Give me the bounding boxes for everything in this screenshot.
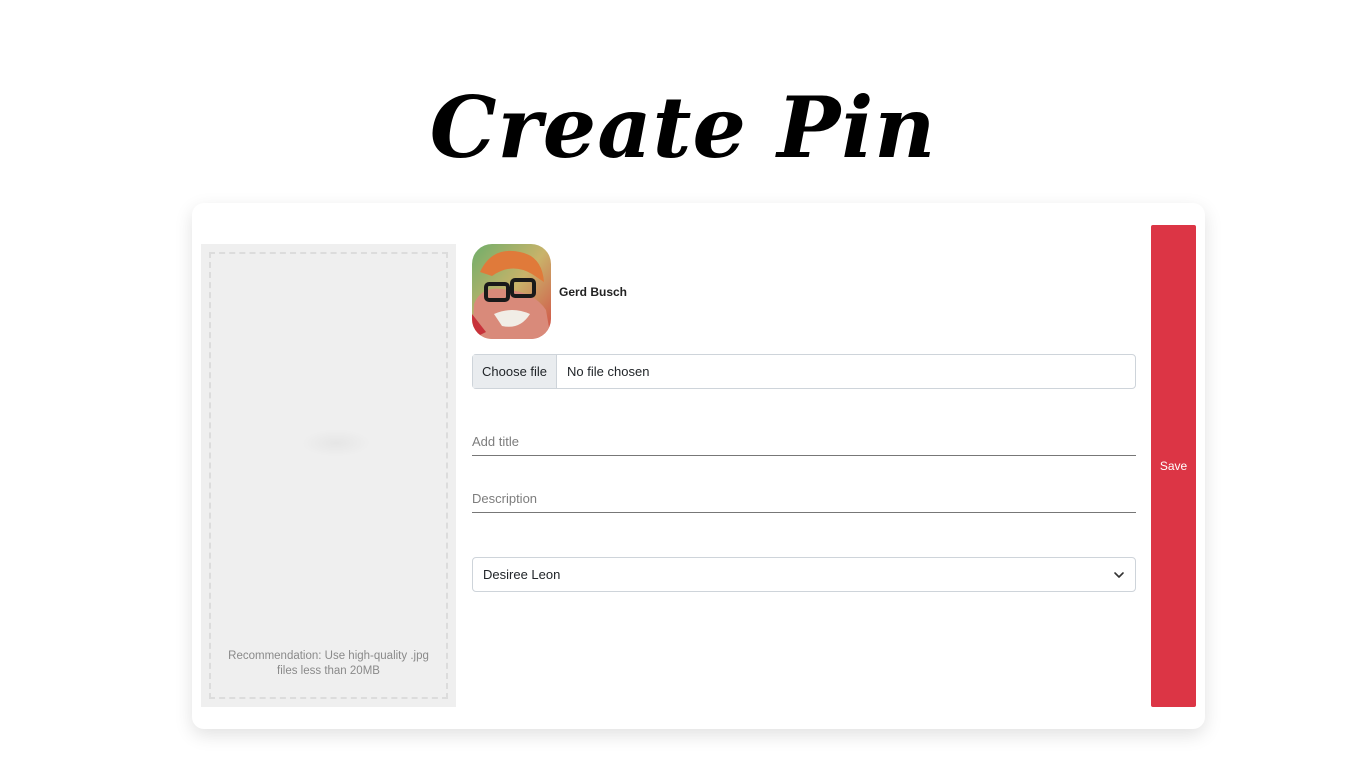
save-button[interactable]: Save (1151, 225, 1196, 707)
chevron-down-icon (1114, 571, 1124, 578)
upload-cloud-icon (301, 429, 371, 457)
file-status: No file chosen (567, 364, 650, 379)
user-info: Gerd Busch (472, 244, 1136, 339)
upload-hint: Recommendation: Use high-quality .jpg fi… (228, 650, 429, 677)
category-select[interactable]: Desiree Leon (472, 557, 1136, 592)
create-pin-page: Create Pin Recommendation: Use high-qual… (0, 0, 1366, 768)
page-title: Create Pin (429, 78, 937, 177)
category-select-value: Desiree Leon (483, 567, 561, 582)
image-upload-area[interactable]: Recommendation: Use high-quality .jpg fi… (201, 244, 456, 707)
upload-dropzone[interactable]: Recommendation: Use high-quality .jpg fi… (209, 252, 448, 699)
file-input[interactable]: Choose file No file chosen (472, 354, 1136, 389)
pin-form: Gerd Busch Choose file No file chosen De… (472, 244, 1136, 592)
avatar (472, 244, 551, 339)
create-pin-card: Recommendation: Use high-quality .jpg fi… (192, 203, 1205, 729)
description-input[interactable] (472, 491, 1136, 513)
user-name: Gerd Busch (559, 284, 628, 299)
choose-file-button[interactable]: Choose file (473, 355, 558, 388)
title-input[interactable] (472, 434, 1136, 456)
